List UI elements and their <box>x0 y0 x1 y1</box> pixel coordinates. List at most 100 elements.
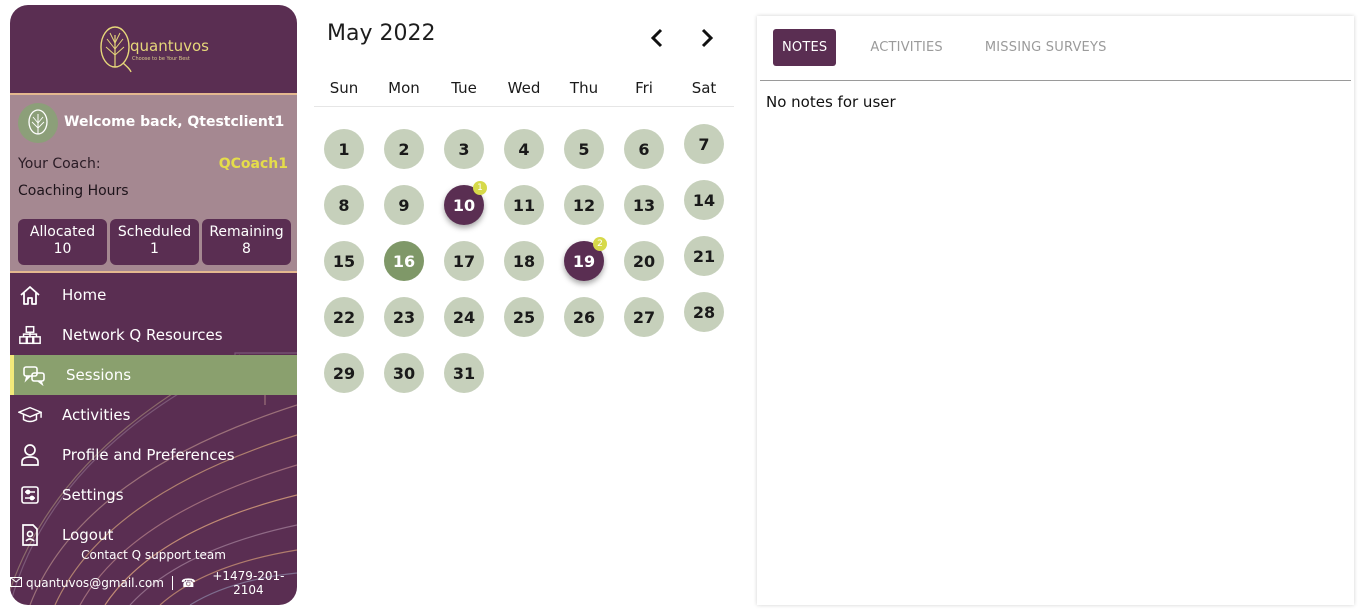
calendar-day[interactable]: 13 <box>624 185 664 225</box>
notes-panel: NOTES ACTIVITIES MISSING SURVEYS No note… <box>757 16 1354 605</box>
calendar-day[interactable]: 1 <box>324 129 364 169</box>
weekday-label: Sat <box>691 79 717 97</box>
calendar-day[interactable]: 18 <box>504 241 544 281</box>
calendar: May 2022 Sun Mon Tue Wed Thu Fri Sat 123… <box>314 15 734 415</box>
calendar-day-number: 15 <box>332 251 356 271</box>
menu-item-home[interactable]: Home <box>10 275 297 315</box>
coach-name[interactable]: QCoach1 <box>219 156 288 172</box>
calendar-day[interactable]: 2 <box>384 129 424 169</box>
weekday-header: Sun Mon Tue Wed Thu Fri Sat <box>314 79 734 107</box>
calendar-day[interactable]: 31 <box>444 353 484 393</box>
menu-label-sessions: Sessions <box>66 366 132 384</box>
calendar-day-number: 25 <box>512 307 536 327</box>
calendar-day[interactable]: 15 <box>324 241 364 281</box>
calendar-day[interactable]: 23 <box>384 297 424 337</box>
calendar-day[interactable]: 16 <box>384 241 424 281</box>
menu-item-network-q-resources[interactable]: Network Q Resources <box>10 315 297 355</box>
calendar-day[interactable]: 9 <box>384 185 424 225</box>
sliders-icon <box>18 483 42 507</box>
calendar-day[interactable]: 29 <box>324 353 364 393</box>
calendar-day[interactable]: 10 1 <box>444 181 487 225</box>
calendar-day[interactable]: 17 <box>444 241 484 281</box>
calendar-day[interactable]: 22 <box>324 297 364 337</box>
calendar-day[interactable]: 19 2 <box>564 237 607 281</box>
calendar-day-number: 8 <box>338 195 350 215</box>
weekday-label: Sun <box>329 79 359 97</box>
weekday-label: Wed <box>507 79 541 97</box>
calendar-day[interactable]: 8 <box>324 185 364 225</box>
session-count-badge: 2 <box>593 237 607 251</box>
tab-missing-surveys[interactable]: MISSING SURVEYS <box>985 40 1107 55</box>
welcome-text: Welcome back, Qtestclient1 <box>64 114 285 130</box>
brand-header: quantuvos Choose to be Your Best <box>10 5 297 95</box>
next-month-button[interactable] <box>696 27 718 49</box>
calendar-day-number: 23 <box>392 307 416 327</box>
avatar-logo-icon <box>28 109 48 135</box>
calendar-day-number: 22 <box>332 307 356 327</box>
menu-item-activities[interactable]: Activities <box>10 395 297 435</box>
brand-name: quantuvos <box>130 37 209 55</box>
avatar[interactable] <box>18 103 58 143</box>
menu-label-logout: Logout <box>62 526 114 544</box>
sidebar: quantuvos Choose to be Your Best Welcome… <box>10 5 297 605</box>
hours-allocated-value: 10 <box>53 241 72 257</box>
calendar-day[interactable]: 28 <box>684 292 724 332</box>
calendar-day[interactable]: 6 <box>624 129 664 169</box>
hours-scheduled-value: 1 <box>150 241 159 257</box>
calendar-day[interactable]: 12 <box>564 185 604 225</box>
calendar-day-number: 26 <box>572 307 596 327</box>
calendar-day-number: 5 <box>578 139 590 159</box>
tab-notes[interactable]: NOTES <box>773 29 837 66</box>
support-phone[interactable]: +1479-201-2104 <box>200 569 297 597</box>
menu-label-settings: Settings <box>62 486 124 504</box>
calendar-day[interactable]: 7 <box>684 124 724 164</box>
calendar-day-number: 11 <box>512 195 536 215</box>
calendar-day-number: 7 <box>698 134 710 154</box>
hours-remaining: Remaining 8 <box>202 219 291 265</box>
graduation-cap-icon <box>18 403 42 427</box>
calendar-day[interactable]: 14 <box>684 180 724 220</box>
tree-logo-icon <box>100 26 132 73</box>
calendar-day-number: 16 <box>392 251 416 271</box>
profile-card: Welcome back, Qtestclient1 Your Coach: Q… <box>10 95 297 273</box>
calendar-day-number: 24 <box>452 307 476 327</box>
brand-tagline: Choose to be Your Best <box>132 56 190 62</box>
prev-month-button[interactable] <box>646 27 668 49</box>
calendar-day[interactable]: 5 <box>564 129 604 169</box>
calendar-day-number: 10 <box>452 195 476 215</box>
calendar-day[interactable]: 3 <box>444 129 484 169</box>
coaching-hours-label: Coaching Hours <box>18 183 129 199</box>
calendar-day[interactable]: 30 <box>384 353 424 393</box>
calendar-day[interactable]: 24 <box>444 297 484 337</box>
calendar-day-number: 20 <box>632 251 656 271</box>
user-icon <box>18 443 42 467</box>
calendar-day-grid: 1 2 3 4 5 6 7 8 9 10 1 11 12 13 14 15 16 17 18 19 2 20 21 22 23 2… <box>314 124 734 409</box>
calendar-day[interactable]: 21 <box>684 236 724 276</box>
calendar-day-number: 30 <box>392 363 416 383</box>
panel-tabs: NOTES ACTIVITIES MISSING SURVEYS <box>773 29 1149 66</box>
calendar-day-number: 31 <box>452 363 476 383</box>
menu-item-profile-preferences[interactable]: Profile and Preferences <box>10 435 297 475</box>
home-icon <box>18 283 42 307</box>
calendar-day[interactable]: 26 <box>564 297 604 337</box>
menu-label-activities: Activities <box>62 406 131 424</box>
calendar-day[interactable]: 11 <box>504 185 544 225</box>
phone-icon: ☎ <box>180 576 196 590</box>
menu-item-sessions[interactable]: Sessions <box>10 355 297 395</box>
email-icon <box>10 576 22 590</box>
brand-logo[interactable]: quantuvos Choose to be Your Best <box>98 25 209 73</box>
support-email[interactable]: quantuvos@gmail.com <box>26 576 164 590</box>
main-menu: Home Network Q Resources Sessions Activi… <box>10 275 297 555</box>
weekday-label: Mon <box>388 79 420 97</box>
calendar-day[interactable]: 27 <box>624 297 664 337</box>
calendar-day-number: 9 <box>398 195 410 215</box>
menu-item-settings[interactable]: Settings <box>10 475 297 515</box>
calendar-day[interactable]: 25 <box>504 297 544 337</box>
tab-activities[interactable]: ACTIVITIES <box>870 40 942 55</box>
menu-label-network-q-resources: Network Q Resources <box>62 326 223 344</box>
calendar-day[interactable]: 4 <box>504 129 544 169</box>
calendar-day-number: 4 <box>518 139 530 159</box>
chat-icon <box>22 363 46 387</box>
calendar-day-number: 6 <box>638 139 650 159</box>
calendar-day[interactable]: 20 <box>624 241 664 281</box>
